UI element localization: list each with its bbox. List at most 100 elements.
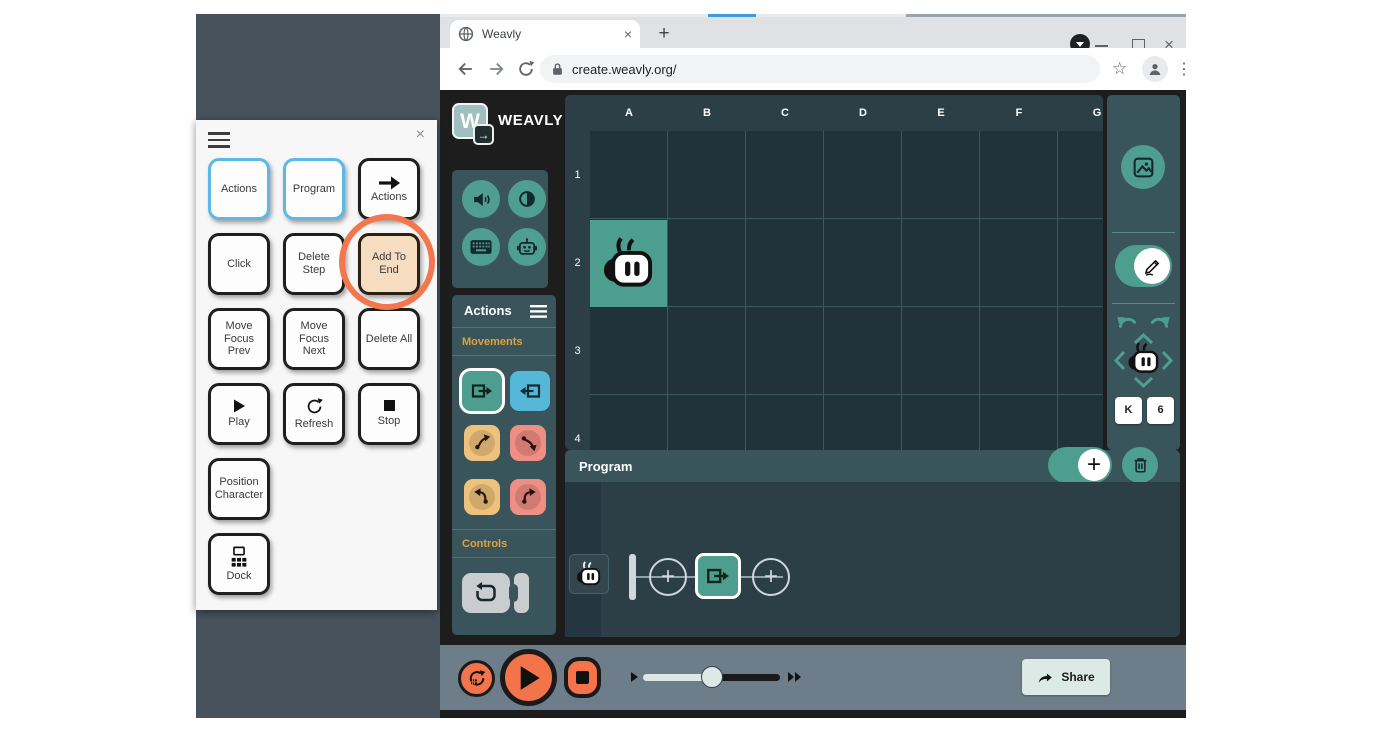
background-image-button[interactable]	[1121, 145, 1165, 189]
turn-right-45-icon	[517, 432, 539, 454]
browser-menu-kebab-icon[interactable]: ⋮	[1176, 59, 1192, 79]
program-step-forward-block[interactable]	[695, 553, 741, 599]
loop-end-block[interactable]	[514, 573, 529, 613]
position-column-input[interactable]: K	[1115, 397, 1142, 424]
draw-mode-toggle[interactable]	[1115, 245, 1172, 287]
address-bar[interactable]: create.weavly.org/	[540, 55, 1100, 83]
program-character-tile[interactable]	[569, 554, 609, 594]
slow-speed-icon	[630, 671, 639, 683]
speaker-icon	[471, 189, 492, 210]
speed-track-right[interactable]	[713, 674, 780, 681]
character-cell-a2[interactable]	[590, 220, 667, 307]
share-button[interactable]: Share	[1022, 659, 1110, 695]
panel-menu-icon[interactable]	[208, 132, 230, 148]
speed-slider-thumb[interactable]	[701, 666, 723, 688]
audio-feedback-button[interactable]	[462, 180, 500, 218]
button-label: Move Focus Prev	[213, 320, 265, 358]
button-label: Play	[228, 416, 249, 429]
window-top-edge-shade	[906, 14, 1186, 17]
panel-position-character-button[interactable]: Position Character	[208, 458, 270, 520]
backward-arrow-icon	[518, 379, 542, 403]
panel-dock-button[interactable]: Dock	[208, 533, 270, 595]
button-label: Move Focus Next	[288, 320, 340, 358]
turn-right-45-block[interactable]	[510, 425, 546, 461]
panel-close-icon[interactable]: ×	[416, 126, 425, 144]
row-label: 4	[565, 395, 590, 450]
col-label: C	[746, 95, 824, 131]
play-button[interactable]	[500, 649, 557, 706]
turn-left-90-block[interactable]	[464, 479, 500, 515]
panel-play-button[interactable]: Play	[208, 383, 270, 445]
refresh-scene-icon	[467, 669, 487, 689]
keyboard-shortcuts-button[interactable]	[462, 228, 500, 266]
col-label: F	[980, 95, 1058, 131]
add-node-knob: +	[1078, 449, 1110, 481]
panel-actions-button[interactable]: Actions	[208, 158, 270, 220]
turn-left-45-block[interactable]	[464, 425, 500, 461]
theme-contrast-button[interactable]	[508, 180, 546, 218]
panel-move-focus-prev-button[interactable]: Move Focus Prev	[208, 308, 270, 370]
turn-right-90-block[interactable]	[510, 479, 546, 515]
reload-icon[interactable]	[516, 59, 536, 79]
backward-block[interactable]	[510, 371, 550, 411]
add-step-after-button[interactable]: +	[752, 558, 790, 596]
button-label: Refresh	[295, 418, 334, 431]
program-start-bar	[629, 554, 636, 600]
button-label: Delete All	[366, 333, 412, 346]
window-top-edge	[440, 14, 1186, 17]
actions-menu-icon[interactable]	[530, 305, 547, 318]
redo-icon[interactable]	[1148, 313, 1171, 329]
panel-actions-arrow-button[interactable]: Actions	[358, 158, 420, 220]
tab-close-icon[interactable]: ×	[624, 27, 632, 41]
add-node-toggle[interactable]: +	[1048, 447, 1112, 483]
robot-character-icon	[600, 237, 658, 290]
grid-column-headers: A B C D E F G	[590, 95, 1103, 131]
controls-section-label: Controls	[462, 538, 507, 550]
position-row-input[interactable]: 6	[1147, 397, 1174, 424]
new-tab-button[interactable]: +	[654, 24, 674, 44]
character-select-button[interactable]	[508, 228, 546, 266]
row-label: 3	[565, 307, 590, 395]
stop-button[interactable]	[564, 657, 601, 698]
panel-program-button[interactable]: Program	[283, 158, 345, 220]
switch-control-panel: × Actions Program Actions Click Delete S…	[196, 120, 437, 610]
panel-stop-button[interactable]: Stop	[358, 383, 420, 445]
panel-refresh-button[interactable]: Refresh	[283, 383, 345, 445]
refresh-scene-button[interactable]	[458, 660, 495, 697]
col-label: E	[902, 95, 980, 131]
chevron-down-icon	[1075, 40, 1085, 48]
window-minimize-button[interactable]	[1095, 45, 1108, 47]
loop-block[interactable]	[462, 573, 510, 613]
forward-block[interactable]	[462, 371, 502, 411]
panel-move-focus-next-button[interactable]: Move Focus Next	[283, 308, 345, 370]
turn-right-90-icon	[517, 486, 539, 508]
loop-icon	[473, 581, 499, 605]
url-text: create.weavly.org/	[572, 62, 677, 77]
stop-icon	[576, 671, 589, 684]
trash-icon	[1131, 455, 1150, 475]
panel-delete-all-button[interactable]: Delete All	[358, 308, 420, 370]
browser-profile-avatar[interactable]	[1142, 56, 1168, 82]
browser-tab[interactable]: Weavly ×	[450, 20, 640, 48]
highlight-ring	[339, 214, 435, 310]
share-icon	[1037, 670, 1054, 685]
panel-click-button[interactable]: Click	[208, 233, 270, 295]
forward-icon[interactable]	[486, 59, 506, 79]
play-icon	[517, 665, 541, 691]
bookmark-star-icon[interactable]: ☆	[1112, 59, 1127, 79]
button-label: Stop	[378, 415, 401, 428]
move-right-chevron-icon[interactable]	[1161, 350, 1173, 371]
add-step-before-button[interactable]: +	[649, 558, 687, 596]
weavly-app: W → WEAVLY	[440, 90, 1186, 718]
arrow-right-icon	[377, 175, 401, 191]
movements-section-label: Movements	[462, 336, 523, 348]
delete-all-button[interactable]	[1122, 447, 1158, 483]
panel-delete-step-button[interactable]: Delete Step	[283, 233, 345, 295]
robot-face-icon	[516, 236, 538, 258]
back-icon[interactable]	[456, 59, 476, 79]
col-label: A	[590, 95, 668, 131]
move-down-chevron-icon[interactable]	[1133, 376, 1154, 388]
row-label: 2	[565, 219, 590, 307]
undo-icon[interactable]	[1116, 313, 1139, 329]
move-left-chevron-icon[interactable]	[1114, 350, 1126, 371]
